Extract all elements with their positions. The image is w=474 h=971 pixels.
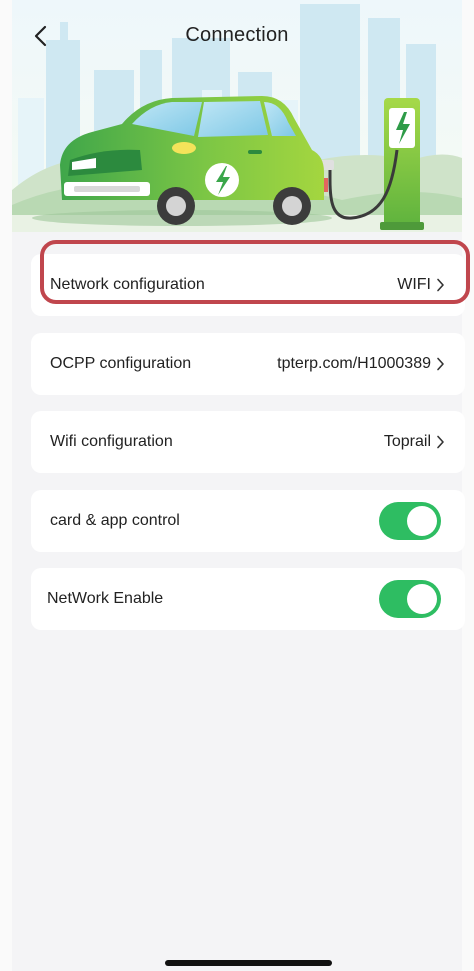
chevron-right-icon bbox=[436, 278, 445, 292]
right-edge bbox=[462, 0, 474, 971]
card-app-control-label: card & app control bbox=[50, 512, 180, 529]
wifi-configuration-value: Toprail bbox=[383, 433, 431, 450]
ocpp-configuration-row[interactable]: OCPP configuration tpterp.com/H1000389 bbox=[31, 333, 465, 395]
ocpp-configuration-label: OCPP configuration bbox=[50, 355, 192, 372]
network-configuration-row[interactable]: Network configuration WIFI bbox=[31, 254, 465, 316]
network-configuration-label: Network configuration bbox=[50, 276, 205, 293]
network-enable-label: NetWork Enable bbox=[47, 590, 164, 607]
wifi-configuration-value-group: Toprail bbox=[384, 433, 445, 451]
wifi-configuration-label: Wifi configuration bbox=[50, 433, 173, 450]
left-edge bbox=[0, 0, 12, 971]
ocpp-configuration-value-group: tpterp.com/H1000389 bbox=[277, 355, 445, 373]
chevron-right-icon bbox=[436, 435, 445, 449]
network-enable-row: NetWork Enable bbox=[31, 568, 465, 630]
home-indicator bbox=[165, 960, 332, 966]
connection-screen: Connection Network configuration WIFI OC… bbox=[0, 0, 474, 971]
chevron-right-icon bbox=[436, 357, 445, 371]
wifi-configuration-row[interactable]: Wifi configuration Toprail bbox=[31, 411, 465, 473]
toggle-knob bbox=[407, 506, 437, 536]
page-title: Connection bbox=[185, 24, 289, 46]
toggle-knob bbox=[407, 584, 437, 614]
network-configuration-value-group: WIFI bbox=[397, 276, 445, 294]
network-configuration-value: WIFI bbox=[397, 276, 431, 293]
network-enable-toggle[interactable] bbox=[379, 580, 441, 618]
card-app-control-row: card & app control bbox=[31, 490, 465, 552]
ocpp-configuration-value: tpterp.com/H1000389 bbox=[277, 355, 431, 372]
card-app-control-toggle[interactable] bbox=[379, 502, 441, 540]
